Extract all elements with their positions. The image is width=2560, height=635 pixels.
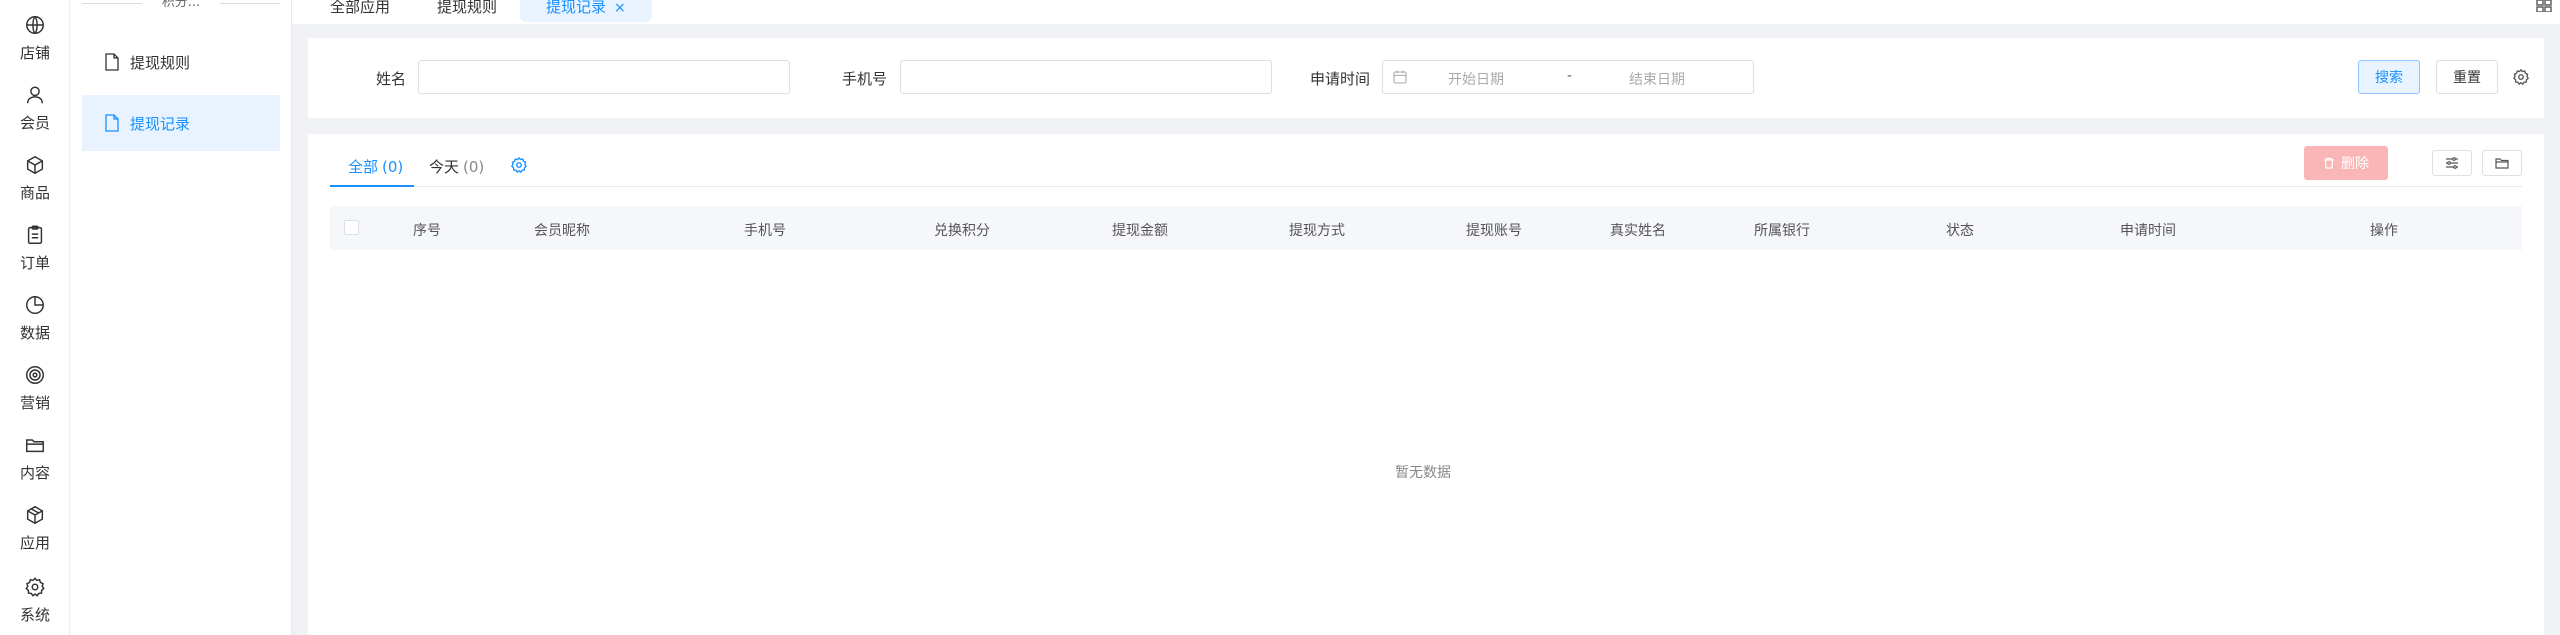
- column-header: 状态: [1946, 223, 1974, 239]
- date-range-picker[interactable]: 开始日期 - 结束日期: [1382, 60, 1754, 94]
- box-icon: [26, 505, 44, 525]
- apply-time-label: 申请时间: [1310, 70, 1371, 88]
- filter-tab-count: (0): [382, 158, 404, 176]
- app-root: 店铺 会员 商品 订单 数据 营销 内容 应用 系统 积分... 提现规则 提现…: [0, 0, 2560, 635]
- rail-item-data[interactable]: 数据: [0, 294, 70, 354]
- sliders-icon: [2446, 157, 2458, 169]
- phone-input[interactable]: [900, 60, 1272, 94]
- target-icon: [26, 366, 44, 384]
- column-filter-button[interactable]: [2432, 150, 2472, 176]
- folder-open-icon: [2495, 158, 2509, 169]
- pie-chart-icon: [26, 296, 44, 314]
- delete-button[interactable]: 删除: [2304, 146, 2388, 180]
- column-header: 提现账号: [1466, 223, 1522, 239]
- table-header: 序号 会员昵称 手机号 兑换积分 提现金额 提现方式 提现账号 真实姓名 所属银…: [330, 206, 2522, 250]
- tab-withdraw-rules[interactable]: 提现规则: [437, 0, 497, 22]
- folder-icon: [26, 439, 44, 453]
- user-icon: [26, 86, 44, 104]
- sub-menu: 积分... 提现规则 提现记录: [70, 0, 292, 635]
- rail-item-content[interactable]: 内容: [0, 434, 70, 494]
- tab-settings-gear-icon[interactable]: [510, 156, 528, 174]
- rail-item-label: 商品: [19, 184, 50, 202]
- filter-tab-count: (0): [463, 158, 485, 176]
- grid-icon[interactable]: [2536, 0, 2552, 12]
- column-header: 提现方式: [1289, 223, 1345, 239]
- filter-tab-label: 全部: [348, 158, 379, 176]
- icon-rail: 店铺 会员 商品 订单 数据 营销 内容 应用 系统: [0, 0, 70, 635]
- globe-icon: [26, 16, 44, 34]
- rail-item-apps[interactable]: 应用: [0, 504, 70, 564]
- rail-item-label: 营销: [19, 394, 50, 412]
- rail-item-order[interactable]: 订单: [0, 224, 70, 284]
- select-all-checkbox[interactable]: [344, 220, 359, 235]
- end-date-placeholder[interactable]: 结束日期: [1629, 69, 1685, 89]
- rail-item-marketing[interactable]: 营销: [0, 364, 70, 424]
- trash-icon: [2324, 157, 2334, 169]
- submenu-item-label: 提现规则: [130, 53, 191, 72]
- top-tabs-bar: 全部应用 提现规则 提现记录 ×: [292, 0, 2560, 24]
- filter-tab-today[interactable]: 今天 (0): [429, 156, 484, 177]
- calendar-icon: [1393, 70, 1407, 84]
- column-header: 真实姓名: [1610, 223, 1666, 239]
- column-header: 提现金额: [1112, 223, 1168, 239]
- delete-label: 删除: [2341, 156, 2369, 172]
- export-folder-button[interactable]: [2482, 150, 2522, 176]
- rail-item-system[interactable]: 系统: [0, 576, 70, 635]
- empty-state-text: 暂无数据: [1395, 465, 1451, 481]
- filter-tab-label: 今天: [429, 158, 460, 176]
- name-label: 姓名: [376, 70, 407, 88]
- rail-item-label: 应用: [19, 534, 50, 552]
- rail-item-label: 订单: [19, 254, 50, 272]
- submenu-heading: 积分...: [82, 0, 280, 14]
- tab-all-apps[interactable]: 全部应用: [330, 0, 390, 22]
- rail-item-goods[interactable]: 商品: [0, 154, 70, 214]
- date-separator: -: [1567, 68, 1573, 84]
- document-icon: [105, 53, 119, 71]
- tab-divider: [330, 186, 2522, 187]
- tab-label: 提现记录: [546, 0, 607, 16]
- rail-item-label: 内容: [19, 464, 50, 482]
- column-header: 操作: [2370, 223, 2398, 239]
- rail-item-label: 会员: [19, 114, 50, 132]
- column-header: 手机号: [744, 223, 786, 239]
- reset-button[interactable]: 重置: [2436, 60, 2498, 94]
- column-header: 申请时间: [2120, 223, 2176, 239]
- rail-item-label: 系统: [19, 606, 50, 624]
- cube-icon: [26, 155, 44, 175]
- column-header: 兑换积分: [934, 223, 990, 239]
- tab-withdraw-records[interactable]: 提现记录 ×: [520, 0, 652, 22]
- column-header: 序号: [413, 223, 441, 239]
- filter-tab-all[interactable]: 全部 (0): [348, 156, 403, 177]
- settings-gear-icon[interactable]: [2512, 68, 2530, 86]
- active-tab-underline: [330, 185, 414, 187]
- records-panel: 全部 (0) 今天 (0) 删除 序号 会员昵称 手机号 兑换积分 提现金额 提现方…: [308, 134, 2544, 635]
- clipboard-icon: [27, 225, 43, 244]
- search-form: 姓名 手机号 申请时间 开始日期 - 结束日期 搜索 重置: [308, 38, 2544, 118]
- start-date-placeholder[interactable]: 开始日期: [1448, 69, 1504, 89]
- column-header: 会员昵称: [534, 223, 590, 239]
- search-button[interactable]: 搜索: [2358, 60, 2420, 94]
- tab-label: 全部应用: [330, 0, 391, 16]
- rail-item-shop[interactable]: 店铺: [0, 14, 70, 74]
- document-icon: [105, 114, 119, 132]
- tab-label: 提现规则: [437, 0, 498, 16]
- close-icon[interactable]: ×: [614, 0, 626, 16]
- name-input[interactable]: [418, 60, 790, 94]
- submenu-item-withdraw-records[interactable]: 提现记录: [82, 95, 280, 151]
- phone-label: 手机号: [842, 70, 888, 88]
- submenu-item-withdraw-rules[interactable]: 提现规则: [82, 34, 280, 90]
- rail-item-label: 店铺: [19, 44, 50, 62]
- gear-icon: [25, 577, 45, 597]
- rail-item-member[interactable]: 会员: [0, 84, 70, 144]
- submenu-item-label: 提现记录: [130, 114, 191, 133]
- column-header: 所属银行: [1754, 223, 1810, 239]
- rail-item-label: 数据: [19, 324, 50, 342]
